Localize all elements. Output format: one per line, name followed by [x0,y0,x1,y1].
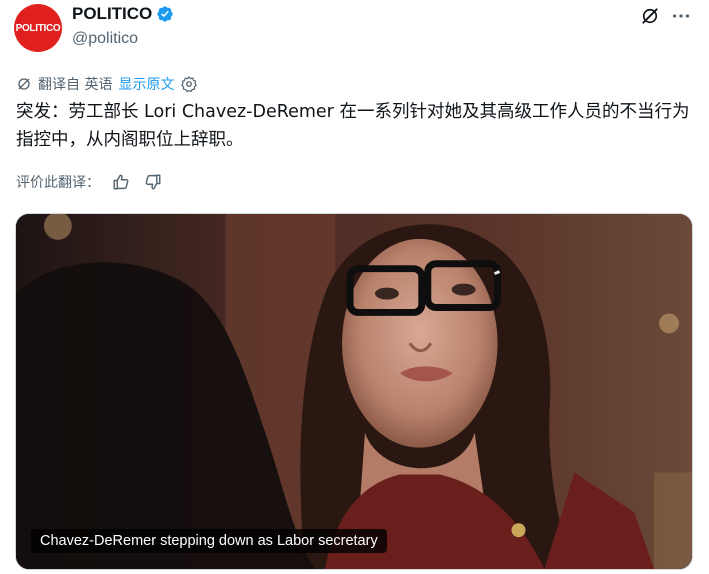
media-caption: Chavez-DeRemer stepping down as Labor se… [31,529,387,553]
tweet-media-card[interactable]: Chavez-DeRemer stepping down as Labor se… [15,213,693,570]
grok-icon[interactable] [640,6,660,26]
verified-badge-icon [157,6,173,22]
thumbs-down-icon[interactable] [144,173,162,191]
tweet-text: 突发：劳工部长 Lori Chavez-DeRemer 在一系列针对她及其高级工… [16,102,690,150]
avatar-logo-text: POLITICO [15,22,61,34]
show-original-link[interactable]: 显示原文 [118,74,174,94]
rate-translation-label: 评价此翻译： [16,175,100,191]
rate-translation-bar: 评价此翻译： [16,172,162,192]
translation-bar: 翻译自 英语 显示原文 [16,74,198,94]
avatar[interactable]: POLITICO [14,4,62,52]
author-handle[interactable]: @politico [72,30,138,48]
display-name[interactable]: POLITICO [72,4,152,24]
translate-icon [18,78,30,90]
thumbs-up-icon[interactable] [112,173,130,191]
settings-gear-icon[interactable] [180,75,198,93]
more-icon[interactable] [670,6,692,26]
news-photo [16,214,692,569]
translated-from-label: 翻译自 英语 [38,77,113,93]
author-name-row: POLITICO [72,4,174,24]
